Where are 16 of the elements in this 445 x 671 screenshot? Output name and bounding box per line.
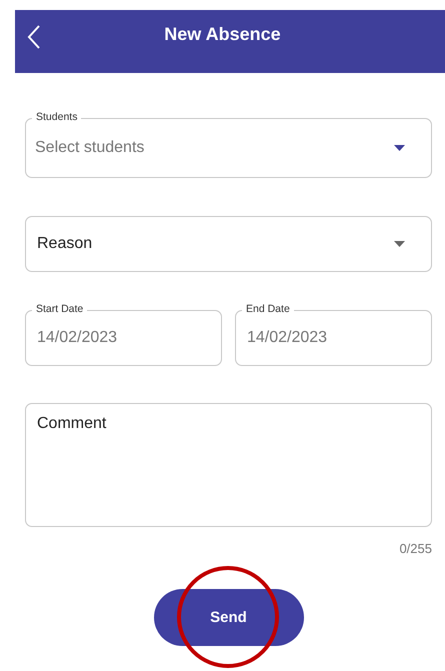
back-icon[interactable] bbox=[27, 25, 41, 49]
field-label: Reason bbox=[37, 235, 94, 253]
field-label: Start Date bbox=[32, 303, 88, 315]
field-label: Comment bbox=[37, 415, 106, 433]
date-value: 14/02/2023 bbox=[37, 329, 118, 347]
character-counter: 0/255 bbox=[399, 541, 432, 556]
dropdown-caret-icon[interactable] bbox=[394, 241, 405, 247]
placeholder-text: Select students bbox=[35, 139, 146, 157]
dropdown-caret-icon[interactable] bbox=[394, 145, 405, 151]
field-label: Students bbox=[32, 111, 82, 123]
date-value: 14/02/2023 bbox=[247, 329, 328, 347]
field-label: End Date bbox=[242, 303, 294, 315]
comment-field[interactable]: Comment bbox=[25, 403, 432, 527]
reason-dropdown[interactable]: Reason bbox=[25, 216, 432, 272]
send-button[interactable]: Send bbox=[154, 589, 304, 646]
screen-title: New Absence bbox=[164, 24, 281, 45]
